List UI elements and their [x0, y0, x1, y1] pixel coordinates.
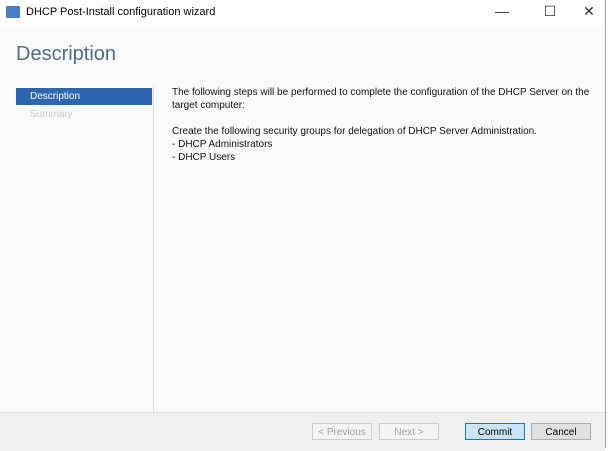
- cancel-button[interactable]: Cancel: [531, 423, 591, 440]
- window-title: DHCP Post-Install configuration wizard: [26, 6, 216, 18]
- dhcp-app-icon: [6, 6, 20, 18]
- title-bar: DHCP Post-Install configuration wizard —…: [0, 0, 605, 26]
- wizard-window: DHCP Post-Install configuration wizard —…: [0, 0, 606, 451]
- page-title: Description: [16, 43, 117, 65]
- previous-button[interactable]: < Previous: [312, 423, 372, 440]
- intro-text: The following steps will be performed to…: [172, 87, 590, 111]
- close-button[interactable]: ✕: [574, 3, 604, 20]
- maximize-button[interactable]: ☐: [530, 3, 570, 20]
- group-item: - DHCP Administrators: [172, 139, 273, 150]
- commit-button[interactable]: Commit: [465, 423, 525, 440]
- next-button[interactable]: Next >: [379, 423, 439, 440]
- wizard-body: Description Description Summary The foll…: [0, 26, 605, 422]
- description-content: The following steps will be performed to…: [172, 86, 592, 164]
- sidebar-item-summary: Summary: [30, 109, 73, 120]
- groups-intro: Create the following security groups for…: [172, 126, 537, 137]
- sidebar-item-description[interactable]: Description: [16, 88, 152, 105]
- divider: [153, 86, 154, 422]
- minimize-button[interactable]: —: [482, 3, 522, 19]
- group-item: - DHCP Users: [172, 152, 236, 163]
- button-bar: < Previous Next > Commit Cancel: [0, 412, 605, 451]
